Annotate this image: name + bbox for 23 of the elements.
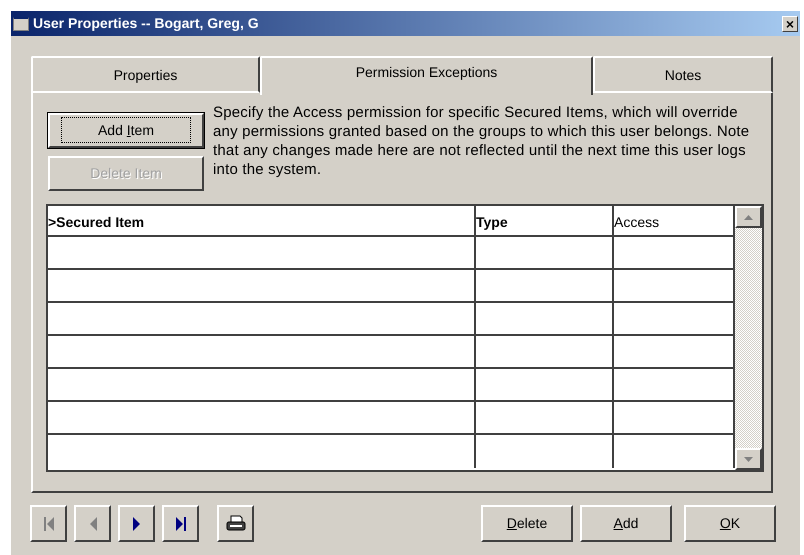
window-icon: [13, 16, 29, 30]
skip-forward-icon: [174, 516, 186, 532]
skip-back-icon: [42, 516, 54, 532]
tab[interactable]: Permission Exceptions: [260, 56, 593, 95]
triangle-right-icon: [130, 516, 142, 532]
navigation-button[interactable]: [162, 505, 199, 542]
tab[interactable]: Properties: [31, 56, 260, 93]
add-item-button[interactable]: Add Item: [48, 113, 204, 148]
column-header[interactable]: >Secured Item: [48, 206, 476, 235]
ok-button[interactable]: OK: [684, 505, 776, 542]
add-button[interactable]: Add: [580, 505, 672, 542]
column-header[interactable]: Type: [476, 206, 614, 235]
description-text: Specify the Access permission for specific Secured Items, which will override any permissions granted based on the groups to which this user belongs. Note that any changes made here are not reflected until the next time this user logs into the system.: [213, 103, 750, 180]
scrollbar[interactable]: [735, 206, 762, 470]
tab[interactable]: Notes: [593, 56, 773, 93]
printer-icon: [226, 514, 246, 532]
print-button[interactable]: [217, 505, 254, 542]
window-title: User Properties -- Bogart, Greg, G: [33, 14, 260, 33]
scroll-down-icon: [744, 456, 753, 462]
close-button[interactable]: ×: [782, 16, 798, 32]
delete-button[interactable]: Delete: [481, 505, 573, 542]
scroll-up-icon: [744, 214, 753, 220]
navigation-button[interactable]: [118, 505, 155, 542]
